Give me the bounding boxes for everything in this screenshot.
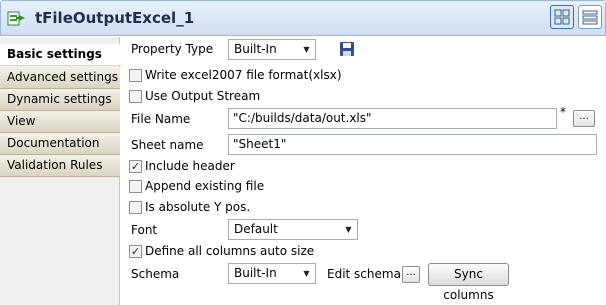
- absolute-y-label: Is absolute Y pos.: [145, 200, 251, 214]
- file-name-input[interactable]: "C:/builds/data/out.xls": [228, 108, 557, 129]
- property-type-label: Property Type: [131, 42, 214, 56]
- edit-schema-label: Edit schema: [327, 267, 401, 281]
- save-icon[interactable]: [339, 41, 355, 57]
- grid-view-icon: [554, 9, 570, 25]
- auto-size-label: Define all columns auto size: [145, 244, 315, 258]
- font-label: Font: [131, 223, 158, 237]
- list-view-icon: [582, 10, 598, 25]
- font-select[interactable]: Default ▼: [228, 219, 358, 240]
- tab-dynamic-settings[interactable]: Dynamic settings: [0, 89, 120, 111]
- tab-basic-settings[interactable]: Basic settings: [0, 44, 121, 66]
- write-excel2007-checkbox[interactable]: [129, 69, 142, 82]
- list-view-button[interactable]: [578, 5, 602, 29]
- component-title: tFileOutputExcel_1: [35, 9, 195, 27]
- sheet-name-label: Sheet name: [131, 138, 204, 152]
- sync-columns-button[interactable]: Sync columns: [428, 263, 509, 302]
- basic-settings-panel: Property Type Built-In ▼ Write excel2007…: [121, 37, 606, 305]
- required-marker: *: [560, 105, 566, 119]
- write-excel2007-label: Write excel2007 file format(xlsx): [145, 68, 342, 82]
- include-header-label: Include header: [145, 159, 235, 173]
- file-output-excel-icon: [7, 11, 25, 26]
- property-type-select[interactable]: Built-In ▼: [228, 39, 316, 60]
- append-existing-checkbox[interactable]: [129, 180, 142, 193]
- component-title-bar: tFileOutputExcel_1: [0, 0, 606, 36]
- font-value: Default: [234, 222, 278, 236]
- tabbed-view-button[interactable]: [550, 5, 574, 29]
- sheet-name-input[interactable]: "Sheet1": [228, 134, 597, 155]
- chevron-down-icon: ▼: [303, 269, 310, 278]
- property-type-value: Built-In: [234, 42, 277, 56]
- chevron-down-icon: ▼: [345, 225, 352, 234]
- file-browse-button[interactable]: ...: [573, 110, 595, 127]
- tab-documentation[interactable]: Documentation: [0, 133, 120, 155]
- tab-view[interactable]: View: [0, 111, 120, 133]
- schema-value: Built-In: [234, 266, 277, 280]
- absolute-y-checkbox[interactable]: [129, 201, 142, 214]
- file-name-label: File Name: [131, 112, 191, 126]
- tab-validation-rules[interactable]: Validation Rules: [0, 155, 120, 177]
- use-output-stream-checkbox[interactable]: [129, 90, 142, 103]
- chevron-down-icon: ▼: [303, 45, 310, 54]
- tab-advanced-settings[interactable]: Advanced settings: [0, 67, 120, 89]
- auto-size-checkbox[interactable]: ✓: [129, 245, 142, 258]
- schema-select[interactable]: Built-In ▼: [228, 263, 316, 284]
- include-header-checkbox[interactable]: ✓: [129, 160, 142, 173]
- settings-sidebar: Basic settings Advanced settings Dynamic…: [0, 37, 121, 305]
- append-existing-label: Append existing file: [145, 179, 265, 193]
- schema-label: Schema: [131, 267, 180, 281]
- edit-schema-button[interactable]: ...: [402, 266, 420, 283]
- use-output-stream-label: Use Output Stream: [145, 89, 261, 103]
